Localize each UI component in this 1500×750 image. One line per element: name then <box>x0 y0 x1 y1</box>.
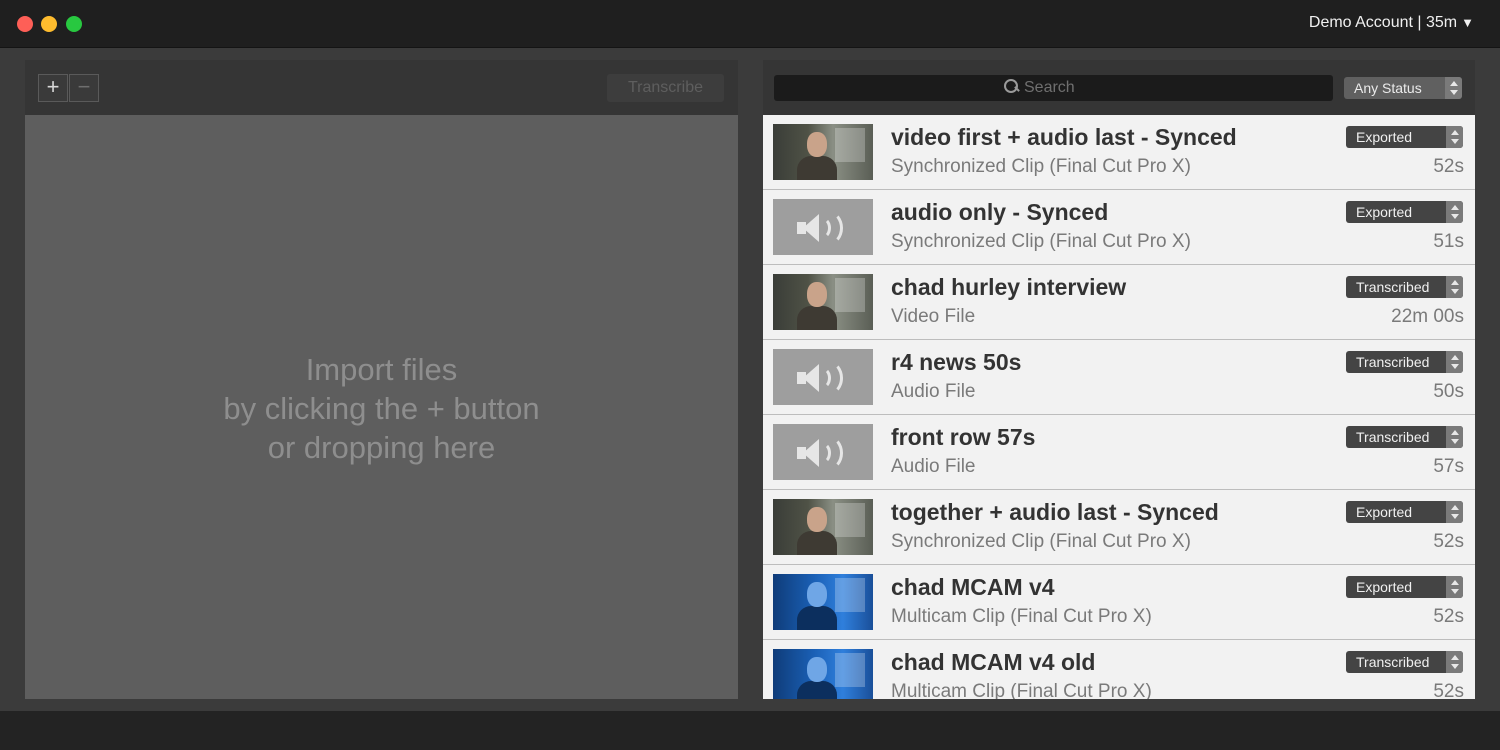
status-select[interactable]: Exported <box>1346 126 1463 148</box>
media-title: chad MCAM v4 <box>891 574 1055 600</box>
video-thumbnail <box>773 274 873 330</box>
triangle-down-icon: ▼ <box>1461 15 1474 30</box>
add-file-button[interactable]: + <box>38 74 68 102</box>
media-title: front row 57s <box>891 424 1036 450</box>
person-icon <box>797 657 837 699</box>
media-toolbar: Search Any Status <box>763 60 1475 115</box>
person-icon <box>797 507 837 555</box>
status-value: Exported <box>1356 129 1413 145</box>
video-thumbnail <box>773 499 873 555</box>
status-select[interactable]: Transcribed <box>1346 351 1463 373</box>
media-type: Synchronized Clip (Final Cut Pro X) <box>891 531 1191 552</box>
stepper-arrows-icon <box>1446 126 1463 148</box>
transcribe-button[interactable]: Transcribe <box>607 74 724 102</box>
status-value: Transcribed <box>1356 429 1430 445</box>
speaker-icon <box>797 436 847 470</box>
status-value: Exported <box>1356 579 1413 595</box>
drop-zone-message: Import files by clicking the + button or… <box>25 350 738 467</box>
media-row[interactable]: video first + audio last - Synced Synchro… <box>763 115 1475 190</box>
media-title: r4 news 50s <box>891 349 1022 375</box>
video-thumbnail <box>773 649 873 699</box>
status-value: Exported <box>1356 504 1413 520</box>
status-filter-value: Any Status <box>1354 80 1422 96</box>
video-thumbnail <box>773 124 873 180</box>
media-duration: 22m 00s <box>1391 306 1464 327</box>
media-duration: 51s <box>1433 231 1464 252</box>
person-icon <box>797 132 837 180</box>
search-icon <box>1004 79 1018 93</box>
status-select[interactable]: Transcribed <box>1346 276 1463 298</box>
media-panel: Search Any Status video first + audio la… <box>763 60 1475 699</box>
remove-file-button[interactable]: − <box>69 74 99 102</box>
stepper-arrows-icon <box>1446 201 1463 223</box>
stepper-arrows-icon <box>1445 77 1462 99</box>
account-label: Demo Account | 35m <box>1308 14 1458 31</box>
status-value: Transcribed <box>1356 654 1430 670</box>
media-row[interactable]: chad MCAM v4 old Multicam Clip (Final Cut… <box>763 640 1475 699</box>
status-select[interactable]: Transcribed <box>1346 426 1463 448</box>
import-toolbar: + − Transcribe <box>25 60 738 115</box>
media-row[interactable]: together + audio last - Synced Synchroniz… <box>763 490 1475 565</box>
media-row[interactable]: audio only - Synced Synchronized Clip (Fi… <box>763 190 1475 265</box>
media-type: Synchronized Clip (Final Cut Pro X) <box>891 231 1191 252</box>
media-type: Audio File <box>891 456 976 477</box>
media-row[interactable]: chad hurley interview Video File 22m 00s Tr… <box>763 265 1475 340</box>
status-select[interactable]: Exported <box>1346 501 1463 523</box>
media-type: Video File <box>891 306 976 327</box>
stepper-arrows-icon <box>1446 576 1463 598</box>
media-row[interactable]: chad MCAM v4 Multicam Clip (Final Cut Pro… <box>763 565 1475 640</box>
media-title: audio only - Synced <box>891 199 1109 225</box>
import-panel[interactable]: + − Transcribe Import files by clicking … <box>25 60 738 699</box>
media-duration: 52s <box>1433 531 1464 552</box>
person-icon <box>797 582 837 630</box>
media-duration: 57s <box>1433 456 1464 477</box>
media-type: Synchronized Clip (Final Cut Pro X) <box>891 156 1191 177</box>
audio-thumbnail <box>773 349 873 405</box>
media-row[interactable]: r4 news 50s Audio File 50s Transcribed <box>763 340 1475 415</box>
media-title: video first + audio last - Synced <box>891 124 1237 150</box>
media-type: Multicam Clip (Final Cut Pro X) <box>891 606 1152 627</box>
zoom-window-button[interactable] <box>66 16 82 32</box>
media-type: Audio File <box>891 381 976 402</box>
status-bar <box>0 711 1500 750</box>
search-placeholder: Search <box>1024 79 1075 96</box>
media-duration: 50s <box>1433 381 1464 402</box>
person-icon <box>797 282 837 330</box>
account-menu[interactable]: Demo Account | 35m ▼ <box>1309 14 1474 32</box>
media-type: Multicam Clip (Final Cut Pro X) <box>891 681 1152 699</box>
media-title: chad hurley interview <box>891 274 1127 300</box>
title-bar: Demo Account | 35m ▼ <box>0 0 1500 48</box>
media-duration: 52s <box>1433 606 1464 627</box>
status-select[interactable]: Transcribed <box>1346 651 1463 673</box>
drop-line: or dropping here <box>267 430 496 465</box>
stepper-arrows-icon <box>1446 351 1463 373</box>
status-value: Exported <box>1356 204 1413 220</box>
status-filter-select[interactable]: Any Status <box>1344 77 1462 99</box>
status-select[interactable]: Exported <box>1346 201 1463 223</box>
minimize-window-button[interactable] <box>41 16 57 32</box>
search-input[interactable]: Search <box>774 75 1333 101</box>
drop-line: by clicking the + button <box>223 391 540 426</box>
stepper-arrows-icon <box>1446 426 1463 448</box>
audio-thumbnail <box>773 424 873 480</box>
video-thumbnail <box>773 574 873 630</box>
stepper-arrows-icon <box>1446 276 1463 298</box>
close-window-button[interactable] <box>17 16 33 32</box>
media-list[interactable]: video first + audio last - Synced Synchro… <box>763 115 1475 699</box>
media-title: together + audio last - Synced <box>891 499 1219 525</box>
stepper-arrows-icon <box>1446 651 1463 673</box>
status-value: Transcribed <box>1356 279 1430 295</box>
stepper-arrows-icon <box>1446 501 1463 523</box>
status-value: Transcribed <box>1356 354 1430 370</box>
speaker-icon <box>797 361 847 395</box>
status-select[interactable]: Exported <box>1346 576 1463 598</box>
drop-line: Import files <box>305 352 458 387</box>
media-row[interactable]: front row 57s Audio File 57s Transcribed <box>763 415 1475 490</box>
media-duration: 52s <box>1433 681 1464 699</box>
speaker-icon <box>797 211 847 245</box>
media-duration: 52s <box>1433 156 1464 177</box>
audio-thumbnail <box>773 199 873 255</box>
media-title: chad MCAM v4 old <box>891 649 1096 675</box>
